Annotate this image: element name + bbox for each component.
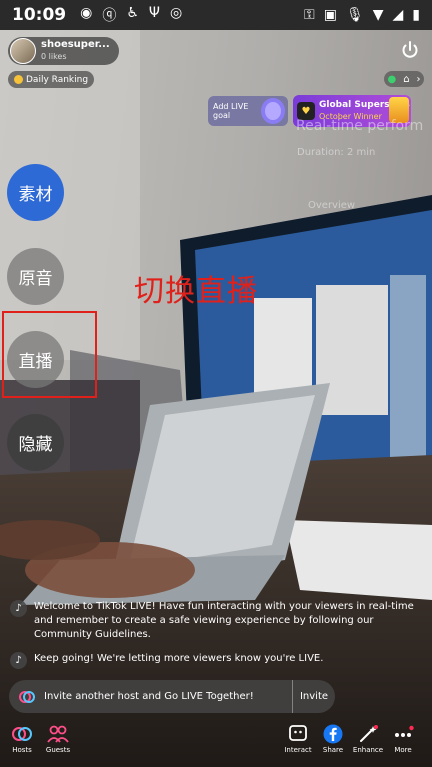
live-status-widget[interactable]: ● ⌂ › xyxy=(384,71,424,87)
daily-ranking-badge[interactable]: Daily Ranking xyxy=(8,71,95,88)
status-time: 10:09 xyxy=(12,5,67,25)
key-icon: ⚿ xyxy=(304,7,315,23)
facebook-icon xyxy=(323,724,343,744)
interact-button[interactable]: Interact xyxy=(278,724,318,754)
home-icon: ⌂ xyxy=(403,73,410,85)
hosts-icon xyxy=(12,727,32,741)
goal-ring-icon xyxy=(261,98,285,124)
guests-label: Guests xyxy=(45,746,71,754)
power-icon[interactable] xyxy=(400,40,420,60)
interact-label: Interact xyxy=(284,746,312,754)
ranking-icon xyxy=(14,75,23,84)
hide-button[interactable]: 隐藏 xyxy=(7,414,64,471)
more-label: More xyxy=(394,746,412,754)
keep-going-message: ♪ Keep going! We're letting more viewers… xyxy=(10,652,420,669)
highlight-box xyxy=(2,311,97,398)
invite-host-bar[interactable]: Invite another host and Go LIVE Together… xyxy=(9,680,335,713)
enhance-label: Enhance xyxy=(352,746,384,754)
status-system-icons: ⚿ ▣ 🎙 ▼ ◢ ▮ xyxy=(304,7,420,23)
hosts-icon xyxy=(19,690,35,703)
notification-icon: ◉ xyxy=(80,5,93,21)
annotation-text: 切换直播 xyxy=(134,274,258,309)
interact-icon xyxy=(289,725,307,741)
welcome-text: Welcome to TikTok LIVE! Have fun interac… xyxy=(34,601,414,640)
enhance-button[interactable]: Enhance xyxy=(348,724,388,754)
status-bar: 10:09 ◉ ⓠ ♿ Ψ ◎ ⚿ ▣ 🎙 ▼ ◢ ▮ xyxy=(0,0,432,30)
invite-text: Invite another host and Go LIVE Together… xyxy=(44,691,254,702)
screenshot-icon: ▣ xyxy=(323,7,337,23)
background-duration-text: Duration: 2 min xyxy=(297,147,376,158)
chevron-right-icon: › xyxy=(416,73,421,85)
status-dot-icon: ● xyxy=(387,73,397,85)
signal-icon: ◢ xyxy=(392,7,404,23)
welcome-message: ♪ Welcome to TikTok LIVE! Have fun inter… xyxy=(10,600,420,642)
enhance-icon xyxy=(360,725,378,742)
mic-icon: 🎙 xyxy=(345,7,364,23)
ranking-label: Daily Ranking xyxy=(26,74,89,85)
accessibility-icon: ♿ xyxy=(126,5,139,21)
usb-icon: Ψ xyxy=(148,5,160,21)
keep-going-text: Keep going! We're letting more viewers k… xyxy=(34,653,324,664)
guests-button[interactable]: Guests xyxy=(38,724,78,754)
record-icon: ◎ xyxy=(169,5,183,21)
original-audio-button[interactable]: 原音 xyxy=(7,248,64,305)
background-realtime-text: Real-time perform xyxy=(296,118,424,134)
host-info: shoesuper... 0 likes xyxy=(41,39,110,63)
material-button[interactable]: 素材 xyxy=(7,164,64,221)
host-likes: 0 likes xyxy=(41,52,67,61)
share-button[interactable]: Share xyxy=(313,724,353,754)
host-name: shoesuper... xyxy=(41,39,110,50)
more-button[interactable]: More xyxy=(383,724,423,754)
add-live-goal-button[interactable]: Add LIVE goal xyxy=(208,96,288,126)
live-screen: 10:09 ◉ ⓠ ♿ Ψ ◎ ⚿ ▣ 🎙 ▼ ◢ ▮ shoesuper...… xyxy=(0,0,432,767)
status-notification-icons: ◉ ⓠ ♿ Ψ ◎ xyxy=(80,5,182,25)
tiktok-note-icon: ♪ xyxy=(10,652,27,669)
wifi-icon: ▼ xyxy=(372,7,384,23)
q-icon: ⓠ xyxy=(102,8,117,24)
more-icon xyxy=(395,725,414,737)
share-label: Share xyxy=(322,746,344,754)
guests-icon xyxy=(47,725,69,743)
host-profile[interactable]: shoesuper... 0 likes xyxy=(8,37,119,65)
bottom-toolbar: Hosts Guests Interact Share Enhance More xyxy=(0,719,432,767)
background-overview-text: Overview xyxy=(308,200,356,211)
invite-button[interactable]: Invite xyxy=(293,691,335,702)
avatar[interactable] xyxy=(10,38,36,64)
tiktok-note-icon: ♪ xyxy=(10,600,27,617)
battery-icon: ▮ xyxy=(412,7,420,23)
hosts-label: Hosts xyxy=(12,746,32,754)
hosts-button[interactable]: Hosts xyxy=(2,724,42,754)
add-goal-label: Add LIVE goal xyxy=(213,102,249,120)
